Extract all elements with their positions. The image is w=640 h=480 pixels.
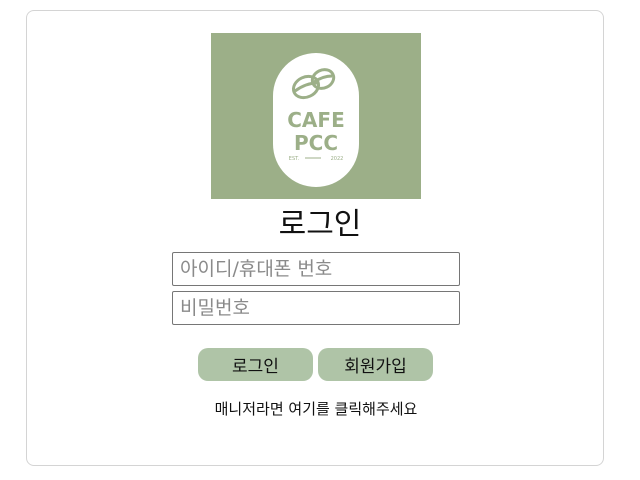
cafe-logo: CAFE PCC EST. 2022 xyxy=(211,33,421,199)
login-button[interactable]: 로그인 xyxy=(198,348,313,381)
logo-brand-line1: CAFE xyxy=(287,108,344,132)
logo-est-label: EST. xyxy=(289,156,300,162)
page-title: 로그인 xyxy=(278,207,362,242)
password-input[interactable] xyxy=(172,291,460,325)
logo-est-year: 2022 xyxy=(331,156,344,162)
id-input[interactable] xyxy=(172,252,460,286)
cafe-logo-graphic: CAFE PCC EST. 2022 xyxy=(273,53,359,187)
signup-button[interactable]: 회원가입 xyxy=(318,348,433,381)
logo-brand-line2: PCC xyxy=(294,131,338,155)
manager-login-link[interactable]: 매니저라면 여기를 클릭해주세요 xyxy=(0,399,632,419)
